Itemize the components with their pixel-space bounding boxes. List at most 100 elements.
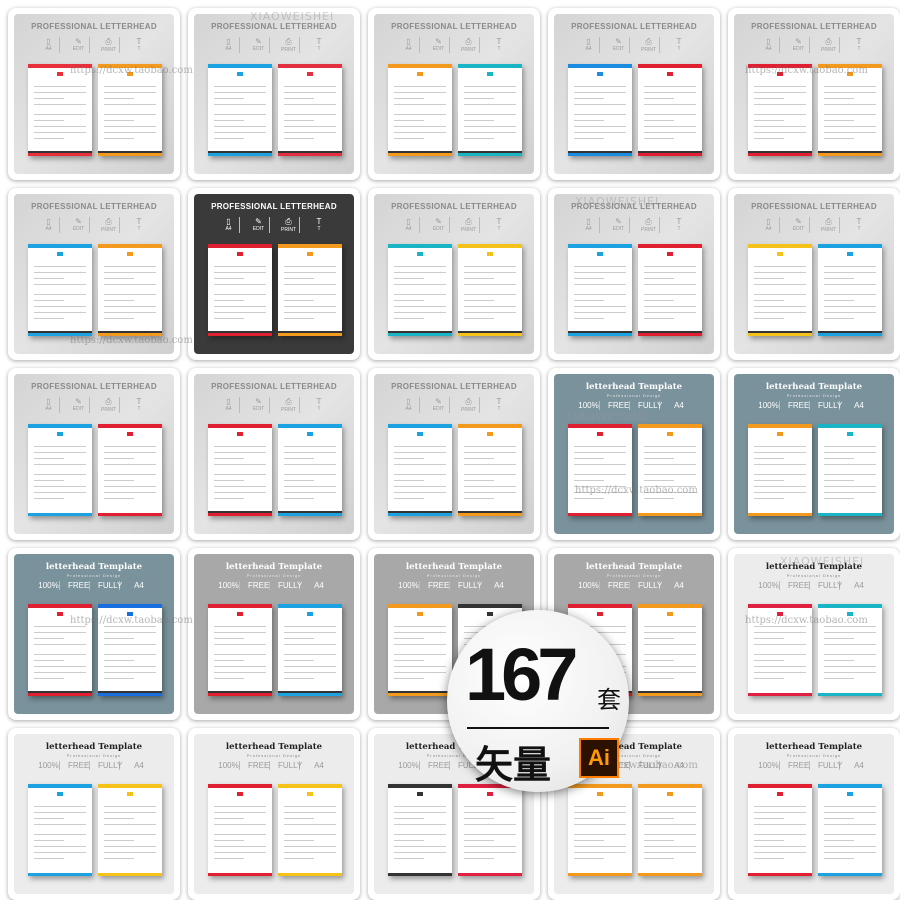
template-thumbnail[interactable]: PROFESSIONAL LETTERHEAD ▯ A4 ✎ EDIT ⎙ PRINT T T <box>188 188 360 360</box>
letterhead-page <box>278 424 342 516</box>
printer-icon: ⎙ PRINT <box>98 37 120 53</box>
thumbnail-title: letterhead Template <box>765 382 863 392</box>
badge-text: FREE <box>248 581 270 590</box>
font-icon: TT <box>316 217 322 232</box>
letterhead-page <box>278 244 342 336</box>
template-thumbnail[interactable]: PROFESSIONAL LETTERHEAD ▯ A4 ✎ EDIT ⎙ PRINT T T <box>728 188 900 360</box>
feature-label: A4 <box>405 406 412 412</box>
thumbnail-title: PROFESSIONAL LETTERHEAD <box>31 382 157 391</box>
logo-icon <box>847 792 853 796</box>
letterhead-page <box>388 784 452 876</box>
printer-icon: ⎙ PRINT <box>98 397 120 413</box>
feature-badge: A4 <box>128 761 150 770</box>
watermark-url: https://dcxw.taobao.com <box>70 615 193 626</box>
thumbnail-preview: PROFESSIONAL LETTERHEAD ▯ A4 ✎ EDIT ⎙ PRINT T T <box>374 194 534 354</box>
feature-badge: 100% <box>578 401 600 410</box>
watermark-url: https://dcxw.taobao.com <box>70 335 193 346</box>
template-thumbnail[interactable]: PROFESSIONAL LETTERHEAD ▯ A4 ✎ EDIT ⎙ PRINT T T <box>8 8 180 180</box>
thumbnail-preview: letterhead TemplateProfessional Design10… <box>734 734 894 894</box>
font-icon: TT <box>856 37 862 52</box>
feature-label: PRINT <box>281 47 296 53</box>
thumbnail-preview: letterhead TemplateProfessional Design10… <box>554 374 714 534</box>
feature-badge: A4 <box>128 581 150 590</box>
template-thumbnail[interactable]: PROFESSIONAL LETTERHEAD ▯ A4 ✎ EDIT ⎙ PRINT T T <box>368 368 540 540</box>
badge-text: FREE <box>428 761 450 770</box>
feature-icons: ▯ A4 ✎ EDIT ⎙ PRINT T T <box>14 217 174 233</box>
printer-icon: ⎙ PRINT <box>638 217 660 233</box>
logo-icon <box>487 432 493 436</box>
printer-icon: ⎙ PRINT <box>818 217 840 233</box>
letterhead-page <box>388 604 452 696</box>
feature-badges: 100% FREE FULLY A4 <box>374 581 534 590</box>
badge-text: FULLY <box>818 761 843 770</box>
template-thumbnail[interactable]: letterhead TemplateProfessional Design10… <box>188 548 360 720</box>
letterhead-page <box>458 244 522 336</box>
feature-badge: FULLY <box>638 401 662 410</box>
feature-label: A4 <box>45 406 52 412</box>
logo-icon <box>127 432 133 436</box>
logo-icon <box>57 432 63 436</box>
template-thumbnail[interactable]: PROFESSIONAL LETTERHEAD ▯ A4 ✎ EDIT ⎙ PRINT T T <box>188 368 360 540</box>
template-thumbnail[interactable]: PROFESSIONAL LETTERHEAD ▯ A4 ✎ EDIT ⎙ PRINT T T <box>188 8 360 180</box>
template-thumbnail[interactable]: PROFESSIONAL LETTERHEAD ▯ A4 ✎ EDIT ⎙ PRINT T T <box>368 8 540 180</box>
template-thumbnail[interactable]: letterhead TemplateProfessional Design10… <box>8 728 180 900</box>
template-thumbnail[interactable]: letterhead TemplateProfessional Design10… <box>188 728 360 900</box>
thumbnail-preview: PROFESSIONAL LETTERHEAD ▯ A4 ✎ EDIT ⎙ PRINT T T <box>194 14 354 174</box>
feature-label: EDIT <box>252 226 265 232</box>
thumbnail-subtitle: Professional Design <box>66 753 122 758</box>
feature-label: PRINT <box>281 227 296 233</box>
badge-text: FREE <box>608 581 630 590</box>
feature-badge: FREE <box>608 581 630 590</box>
thumbnail-subtitle: Professional Design <box>66 573 122 578</box>
thumbnail-preview: PROFESSIONAL LETTERHEAD ▯ A4 ✎ EDIT ⎙ PRINT T T <box>194 194 354 354</box>
thumbnail-title: letterhead Template <box>765 742 863 752</box>
feature-badge: FREE <box>248 581 270 590</box>
logo-icon <box>777 252 783 256</box>
logo-icon <box>597 72 603 76</box>
thumbnail-preview: letterhead TemplateProfessional Design10… <box>734 554 894 714</box>
thumbnail-subtitle: Professional Design <box>246 753 302 758</box>
font-icon: TT <box>496 37 502 52</box>
template-thumbnail[interactable]: PROFESSIONAL LETTERHEAD ▯ A4 ✎ EDIT ⎙ PRINT T T <box>548 8 720 180</box>
logo-icon <box>417 72 423 76</box>
letterhead-page <box>388 64 452 156</box>
logo-icon <box>667 612 673 616</box>
template-thumbnail[interactable]: letterhead TemplateProfessional Design10… <box>728 728 900 900</box>
template-thumbnail[interactable]: PROFESSIONAL LETTERHEAD ▯ A4 ✎ EDIT ⎙ PRINT T T <box>368 188 540 360</box>
letterhead-page <box>748 244 812 336</box>
logo-icon <box>127 252 133 256</box>
thumbnail-preview: letterhead TemplateProfessional Design10… <box>14 554 174 714</box>
letterhead-page <box>98 244 162 336</box>
feature-badge: 100% <box>38 581 60 590</box>
letterhead-page <box>208 604 272 696</box>
template-thumbnail[interactable]: letterhead TemplateProfessional Design10… <box>548 368 720 540</box>
feature-label: T <box>497 226 501 232</box>
feature-label: EDIT <box>432 226 445 232</box>
pencil-icon: ✎ EDIT <box>248 37 270 53</box>
feature-badge: 100% <box>578 581 600 590</box>
template-thumbnail[interactable]: PROFESSIONAL LETTERHEAD ▯ A4 ✎ EDIT ⎙ PRINT T T <box>728 8 900 180</box>
feature-badge: A4 <box>488 581 510 590</box>
feature-label: PRINT <box>281 407 296 413</box>
feature-badge: FULLY <box>278 761 302 770</box>
logo-icon <box>57 252 63 256</box>
count-unit: 套 <box>597 687 621 714</box>
feature-badge: FREE <box>68 761 90 770</box>
feature-label: EDIT <box>792 226 805 232</box>
count-badge: 167 套 矢量 Ai <box>447 610 629 792</box>
template-thumbnail[interactable]: PROFESSIONAL LETTERHEAD ▯ A4 ✎ EDIT ⎙ PRINT T T <box>548 188 720 360</box>
feature-badge: A4 <box>308 761 330 770</box>
logo-icon <box>417 792 423 796</box>
letterhead-page <box>278 64 342 156</box>
template-thumbnail[interactable]: PROFESSIONAL LETTERHEAD ▯ A4 ✎ EDIT ⎙ PRINT T T <box>8 368 180 540</box>
template-thumbnail[interactable]: letterhead TemplateProfessional Design10… <box>728 548 900 720</box>
document-icon: ▯ A4 <box>38 217 60 233</box>
divider <box>467 727 609 729</box>
feature-icons: ▯ A4 ✎ EDIT ⎙ PRINT T T <box>374 397 534 413</box>
letterhead-page <box>748 64 812 156</box>
badge-text: A4 <box>854 581 864 590</box>
template-thumbnail[interactable]: letterhead TemplateProfessional Design10… <box>8 548 180 720</box>
thumbnail-title: PROFESSIONAL LETTERHEAD <box>211 22 337 31</box>
template-thumbnail[interactable]: letterhead TemplateProfessional Design10… <box>728 368 900 540</box>
thumbnail-subtitle: Professional Design <box>786 753 842 758</box>
